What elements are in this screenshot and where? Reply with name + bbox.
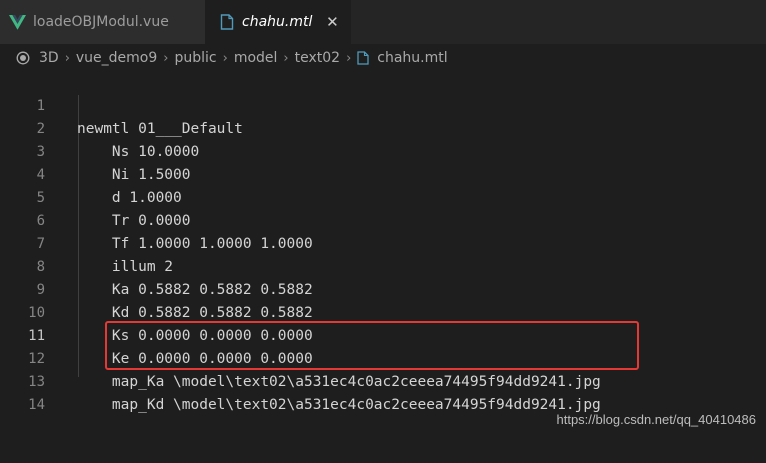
breadcrumb: 3D › vue_demo9 › public › model › text02…: [0, 44, 766, 72]
breadcrumb-separator: ›: [222, 50, 228, 66]
close-icon[interactable]: ✕: [324, 14, 340, 30]
line-text: map_Kd \model\text02\a531ec4c0ac2ceeea74…: [77, 397, 601, 413]
breadcrumb-separator: ›: [283, 50, 289, 66]
code-line: 14: [0, 371, 766, 413]
file-icon: [357, 51, 369, 65]
tab-bar: loadeOBJModul.vue chahu.mtl ✕: [0, 0, 766, 44]
annotation-highlight-box: [105, 321, 639, 370]
tab-chahu-mtl[interactable]: chahu.mtl ✕: [205, 0, 351, 44]
breadcrumb-item-public[interactable]: public: [174, 50, 216, 66]
code-editor[interactable]: 1 newmtl 01___Default 2 Ns 10.0000 3 Ni …: [0, 72, 766, 439]
breadcrumb-item-text02[interactable]: text02: [295, 50, 340, 66]
tab-label: chahu.mtl: [242, 14, 313, 30]
code-line: 10 Ks 0.0000 0.0000 0.0000: [0, 279, 766, 344]
code-line: 6 Tf 1.0000 1.0000 1.0000: [0, 187, 766, 252]
tab-label: loadeOBJModul.vue: [33, 14, 169, 30]
code-line: 9 Kd 0.5882 0.5882 0.5882: [0, 256, 766, 321]
breadcrumb-separator: ›: [64, 50, 70, 66]
watermark: https://blog.csdn.net/qq_40410486: [556, 412, 757, 427]
breadcrumb-item-3d[interactable]: 3D: [39, 50, 59, 66]
code-line: 3 Ni 1.5000: [0, 118, 766, 183]
breadcrumb-separator: ›: [163, 50, 169, 66]
code-line: 2 Ns 10.0000: [0, 95, 766, 160]
tab-loadeobjmodul-vue[interactable]: loadeOBJModul.vue: [0, 0, 205, 44]
radio-icon: [16, 51, 30, 65]
code-line: 8 Ka 0.5882 0.5882 0.5882: [0, 233, 766, 298]
vue-logo-icon: [9, 14, 26, 30]
breadcrumb-item-chahu-mtl[interactable]: chahu.mtl: [377, 50, 447, 66]
breadcrumb-separator: ›: [346, 50, 352, 66]
breadcrumb-item-vue-demo9[interactable]: vue_demo9: [76, 50, 157, 66]
code-line: 4 d 1.0000: [0, 141, 766, 206]
code-line: 1 newmtl 01___Default: [0, 72, 766, 137]
file-icon: [220, 14, 234, 30]
line-number: 14: [28, 397, 45, 413]
code-line: 5 Tr 0.0000: [0, 164, 766, 229]
code-line: 7 illum 2: [0, 210, 766, 275]
breadcrumb-item-model[interactable]: model: [234, 50, 278, 66]
